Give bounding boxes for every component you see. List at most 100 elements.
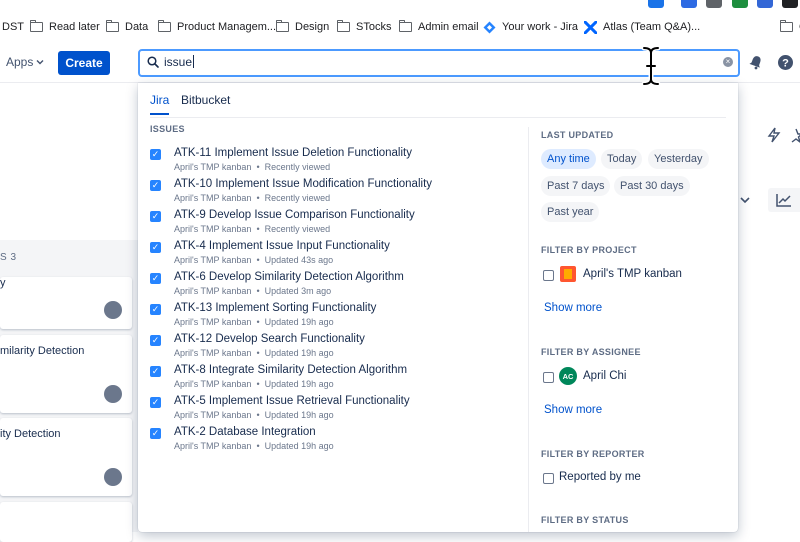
check-icon: ✓ xyxy=(150,428,161,439)
help-icon[interactable]: ? xyxy=(777,54,794,71)
issue-result-row[interactable]: ✓ ATK-6 Develop Similarity Detection Algo… xyxy=(150,271,530,299)
avatar-icon xyxy=(104,468,122,486)
search-dropdown: Jira Bitbucket ISSUES ✓ ATK-11 Implement … xyxy=(138,83,738,532)
lightning-icon[interactable] xyxy=(767,127,781,143)
board-card[interactable]: milarity Detection xyxy=(0,335,132,413)
folder-icon xyxy=(275,19,289,32)
notifications-icon[interactable] xyxy=(748,54,764,70)
extension-icon[interactable] xyxy=(706,0,722,8)
apps-label: Apps xyxy=(6,55,34,69)
folder-icon xyxy=(29,19,43,32)
bookmark-design[interactable]: Design xyxy=(275,19,329,35)
issue-result-row[interactable]: ✓ ATK-4 Implement Issue Input Functionali… xyxy=(150,240,530,268)
extension-icon[interactable] xyxy=(732,0,748,8)
filter-past-30-days[interactable]: Past 30 days xyxy=(614,176,690,196)
issue-meta: April's TMP kanban • Updated 19h ago xyxy=(174,410,334,420)
tab-bitbucket[interactable]: Bitbucket xyxy=(181,93,230,113)
last-updated-label: LAST UPDATED xyxy=(541,130,614,140)
search-input[interactable]: issue xyxy=(164,55,195,69)
bookmark-other[interactable]: Ot xyxy=(779,19,800,35)
check-icon: ✓ xyxy=(150,273,161,284)
filter-any-time[interactable]: Any time xyxy=(541,149,596,169)
check-icon: ✓ xyxy=(150,149,161,160)
filter-by-project-label: FILTER BY PROJECT xyxy=(541,245,637,255)
issue-title: ATK-10 Implement Issue Modification Func… xyxy=(174,178,433,190)
filter-past-7-days[interactable]: Past 7 days xyxy=(541,176,611,196)
bookmark-atlas[interactable]: Atlas (Team Q&A)... xyxy=(584,19,700,35)
clear-search-icon[interactable]: × xyxy=(723,57,733,67)
svg-text:?: ? xyxy=(782,58,789,70)
issue-result-row[interactable]: ✓ ATK-8 Integrate Similarity Detection Al… xyxy=(150,364,530,392)
issue-result-row[interactable]: ✓ ATK-11 Implement Issue Deletion Functio… xyxy=(150,147,530,175)
board-card[interactable] xyxy=(0,502,132,542)
issue-result-row[interactable]: ✓ ATK-10 Implement Issue Modification Fun… xyxy=(150,178,530,206)
bookmarks-bar: DST Read later Data Product Managem... D… xyxy=(0,0,800,45)
avatar-icon: AC xyxy=(559,367,577,385)
issue-meta: April's TMP kanban • Recently viewed xyxy=(174,224,331,234)
issue-meta: April's TMP kanban • Updated 19h ago xyxy=(174,379,334,389)
issue-title: ATK-13 Implement Sorting Functionality xyxy=(174,302,377,314)
extension-icon[interactable] xyxy=(782,0,798,8)
chevron-down-icon xyxy=(36,60,44,65)
bookmark-stocks[interactable]: STocks xyxy=(336,19,391,35)
project-icon xyxy=(560,266,576,282)
create-button[interactable]: Create xyxy=(58,51,110,75)
bookmark-product-management[interactable]: Product Managem... xyxy=(157,19,276,35)
extension-icon[interactable] xyxy=(681,0,697,8)
check-icon: ✓ xyxy=(150,180,161,191)
avatar-icon xyxy=(104,385,122,403)
issue-meta: April's TMP kanban • Updated 43s ago xyxy=(174,255,334,265)
folder-icon xyxy=(336,19,350,32)
filter-by-reporter-label: FILTER BY REPORTER xyxy=(541,449,645,459)
issue-title: ATK-12 Develop Search Functionality xyxy=(174,333,365,345)
filter-today[interactable]: Today xyxy=(601,149,643,169)
issue-title: ATK-5 Implement Issue Retrieval Function… xyxy=(174,395,410,407)
reporter-checkbox[interactable] xyxy=(543,473,554,484)
text-cursor-icon xyxy=(641,46,661,86)
insights-button[interactable] xyxy=(768,188,800,212)
extension-icon[interactable] xyxy=(648,0,664,8)
apps-menu[interactable]: Apps xyxy=(6,55,44,69)
reporter-option-label: Reported by me xyxy=(559,471,641,483)
issue-meta: April's TMP kanban • Recently viewed xyxy=(174,193,331,203)
bookmark-read-later[interactable]: Read later xyxy=(29,19,100,35)
star-icon[interactable] xyxy=(790,127,800,143)
check-icon: ✓ xyxy=(150,366,161,377)
atlas-icon xyxy=(584,20,597,34)
issue-meta: April's TMP kanban • Updated 19h ago xyxy=(174,441,334,451)
issue-result-row[interactable]: ✓ ATK-2 Database Integration April's TMP k… xyxy=(150,426,530,454)
issue-title: ATK-8 Integrate Similarity Detection Alg… xyxy=(174,364,408,376)
check-icon: ✓ xyxy=(150,335,161,346)
issue-result-row[interactable]: ✓ ATK-5 Implement Issue Retrieval Functio… xyxy=(150,395,530,423)
check-icon: ✓ xyxy=(150,242,161,253)
project-show-more-link[interactable]: Show more xyxy=(544,302,602,314)
board-card[interactable]: ity Detection xyxy=(0,418,132,496)
tab-jira[interactable]: Jira xyxy=(150,93,170,115)
app-header: Apps Create issue × ? xyxy=(0,44,800,83)
jira-icon xyxy=(483,21,496,33)
check-icon: ✓ xyxy=(150,397,161,408)
filter-past-year[interactable]: Past year xyxy=(541,202,600,222)
text-caret xyxy=(193,55,195,68)
check-icon: ✓ xyxy=(150,211,161,222)
project-checkbox[interactable] xyxy=(543,270,554,281)
issue-result-row[interactable]: ✓ ATK-12 Develop Search Functionality Apri… xyxy=(150,333,530,361)
assignee-show-more-link[interactable]: Show more xyxy=(544,404,602,416)
issue-result-row[interactable]: ✓ ATK-13 Implement Sorting Functionality A… xyxy=(150,302,530,330)
bookmark-dst[interactable]: DST xyxy=(2,19,24,35)
bookmark-your-work-jira[interactable]: Your work - Jira xyxy=(483,19,578,35)
filter-yesterday[interactable]: Yesterday xyxy=(648,149,709,169)
issue-title: ATK-6 Develop Similarity Detection Algor… xyxy=(174,271,404,283)
extension-icon[interactable] xyxy=(757,0,773,8)
issue-result-row[interactable]: ✓ ATK-9 Develop Issue Comparison Function… xyxy=(150,209,530,237)
search-icon xyxy=(147,56,159,68)
bookmark-admin-email[interactable]: Admin email xyxy=(398,19,479,35)
bookmark-data[interactable]: Data xyxy=(105,19,148,35)
board-card[interactable]: y xyxy=(0,277,132,329)
folder-icon xyxy=(105,19,119,32)
issue-title: ATK-11 Implement Issue Deletion Function… xyxy=(174,147,412,159)
assignee-checkbox[interactable] xyxy=(543,372,554,383)
card-title: ity Detection xyxy=(0,428,61,440)
panel-divider xyxy=(528,127,529,532)
chevron-down-icon[interactable] xyxy=(740,196,750,204)
